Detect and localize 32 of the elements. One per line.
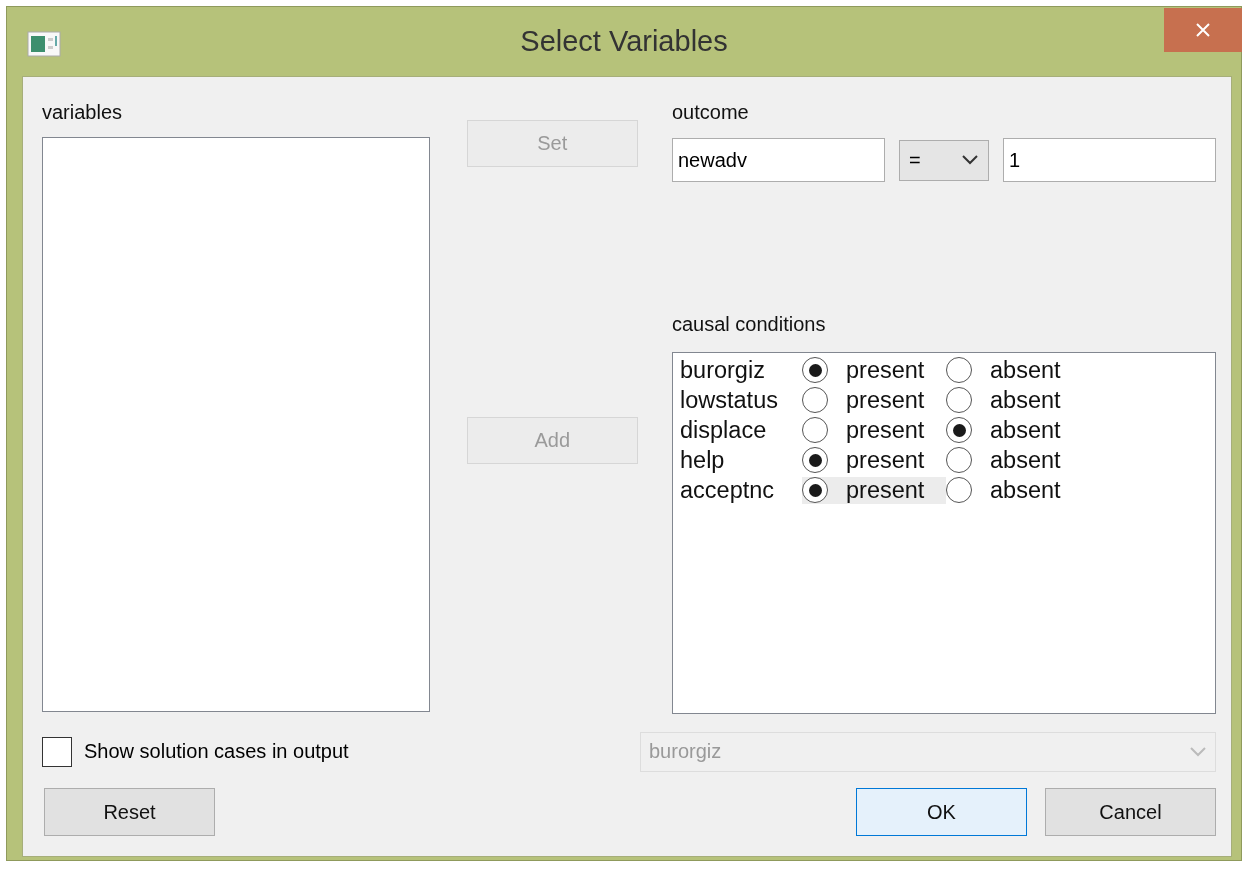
operator-dropdown[interactable]: = [899,139,989,181]
chevron-icon [961,154,979,166]
show-cases-checkbox[interactable]: Show solution cases in output [42,736,640,767]
causal-conditions-label: causal conditions [672,313,827,336]
radio-option[interactable]: present [802,386,946,414]
dialog-button[interactable]: Cancel [1045,788,1216,836]
radio-option[interactable]: absent [946,476,1090,504]
radio-option[interactable]: absent [946,416,1090,444]
dialog-button[interactable]: Reset [44,788,215,836]
condition-name: displace [680,416,768,444]
variables-label: variables [42,101,124,124]
radio-option[interactable]: absent [946,386,1090,414]
close-button[interactable] [1164,8,1242,52]
radio-option[interactable]: present [802,446,946,474]
window-title: Select Variables [520,25,728,58]
app-icon [27,29,61,57]
outcome-field[interactable]: newadv [672,138,885,182]
variables-list[interactable] [42,137,430,712]
radio-option[interactable]: present [802,476,946,504]
dialog-button[interactable]: OK [856,788,1027,836]
condition-name: burorgiz [680,356,766,384]
close-icon [1194,21,1212,39]
radio-option[interactable]: present [802,416,946,444]
radio-option[interactable]: absent [946,446,1090,474]
chevron-icon [1189,745,1207,758]
radio-option[interactable]: present [802,356,946,384]
outcome-label: outcome [672,101,750,124]
condition-name: acceptnc [680,476,776,504]
condition-name: help [680,446,726,474]
radio-option[interactable]: absent [946,356,1090,384]
value-field[interactable]: 1 [1003,138,1216,182]
condition-name: lowstatus [680,386,779,414]
